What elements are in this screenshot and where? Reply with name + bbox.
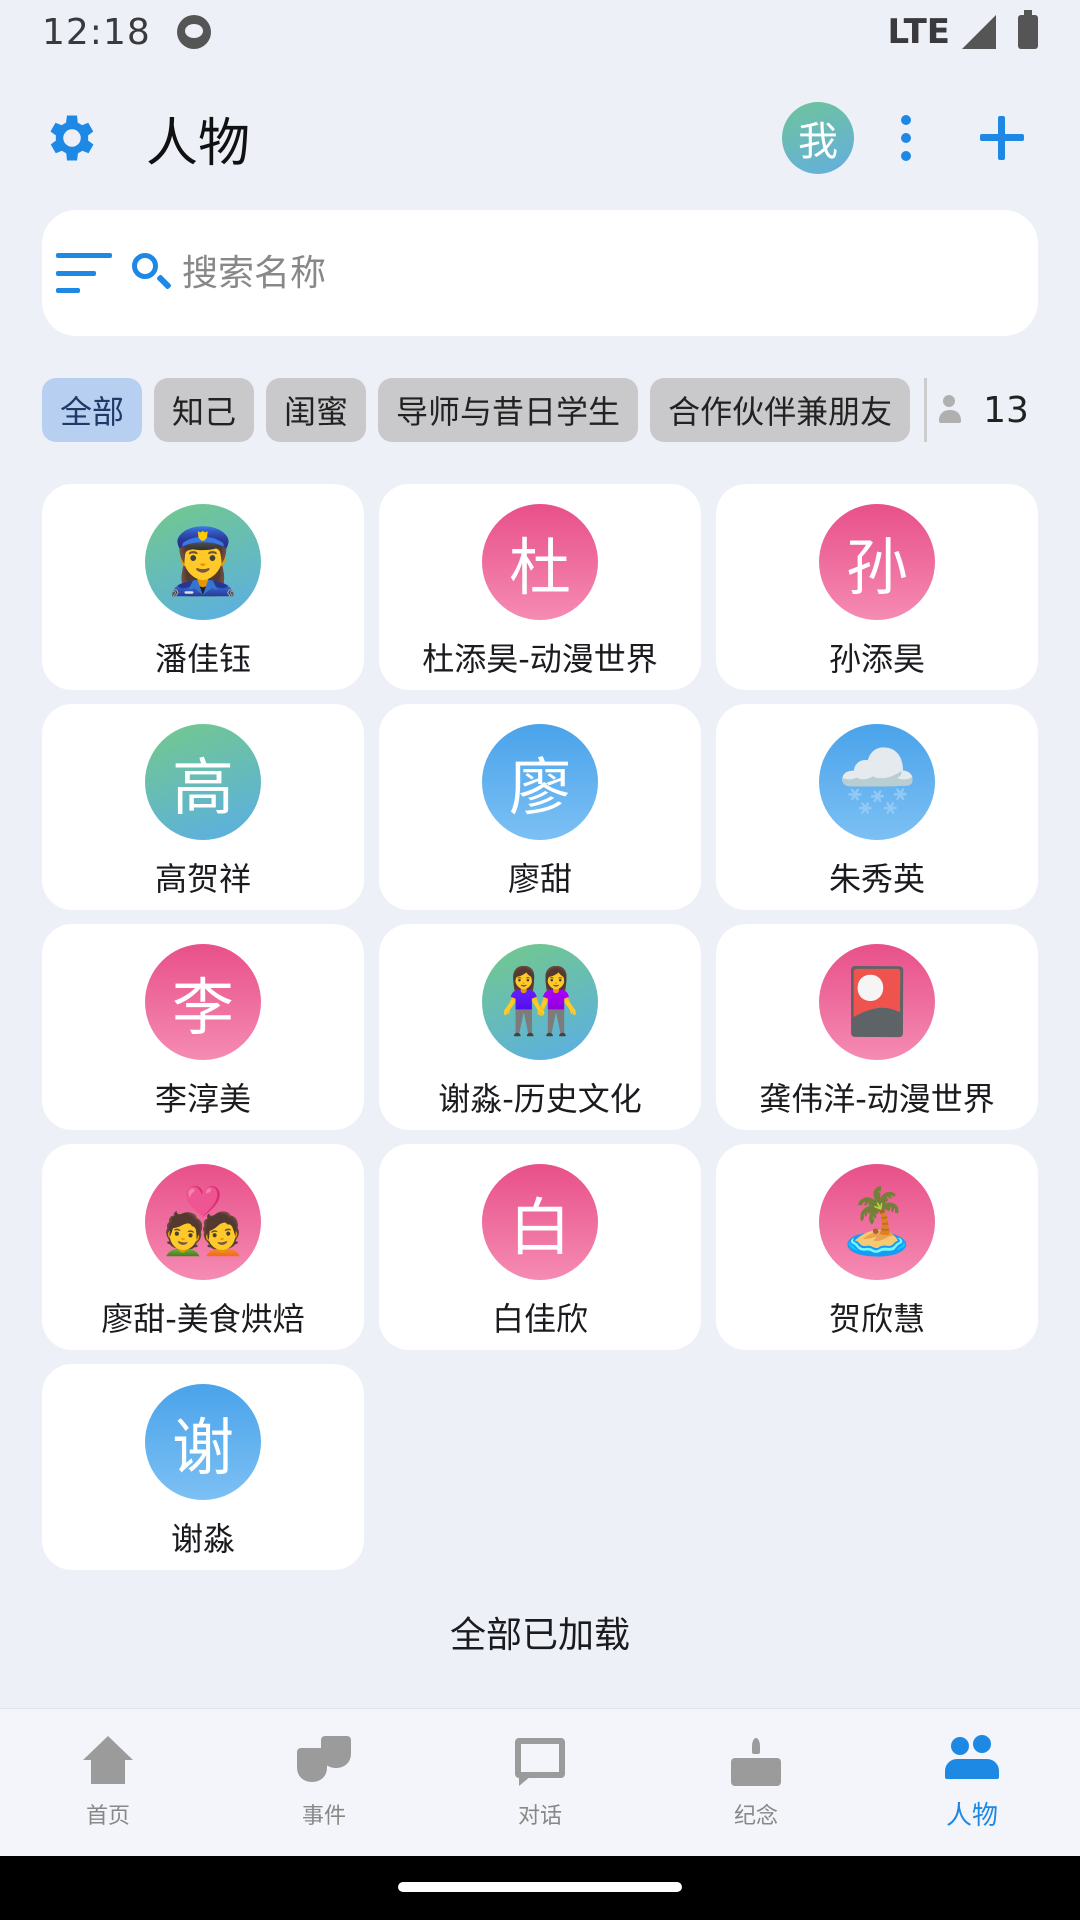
home-icon xyxy=(81,1735,135,1788)
chip-divider xyxy=(924,378,928,442)
person-avatar: 💑 xyxy=(145,1164,261,1280)
group-filter-chips: 全部 知己 闺蜜 导师与昔日学生 合作伙伴兼朋友 13 xyxy=(42,378,1038,442)
status-time: 12:18 xyxy=(42,11,151,53)
person-avatar: 廖 xyxy=(482,724,598,840)
person-card[interactable]: 高高贺祥 xyxy=(42,704,364,910)
person-card[interactable]: 白白佳欣 xyxy=(379,1144,701,1350)
nav-label: 首页 xyxy=(85,1803,130,1829)
battery-icon xyxy=(1018,10,1038,49)
person-card[interactable]: 💑 廖甜-美食烘焙 xyxy=(42,1144,364,1350)
notification-cat-icon xyxy=(176,15,211,49)
person-count: 13 xyxy=(939,390,1029,431)
person-name: 潘佳钰 xyxy=(154,640,251,678)
my-profile-avatar[interactable]: 我 xyxy=(782,102,854,174)
add-person-icon[interactable] xyxy=(966,102,1038,174)
person-card[interactable]: 谢谢淼 xyxy=(42,1364,364,1570)
nav-label: 人物 xyxy=(945,1801,998,1831)
bottom-navigation: 首页 事件 对话 纪念 人物 xyxy=(0,1708,1080,1856)
chip-confidant[interactable]: 知己 xyxy=(154,378,255,442)
more-options-icon[interactable] xyxy=(876,102,936,174)
person-avatar: 🏝️ xyxy=(819,1164,935,1280)
nav-chats[interactable]: 对话 xyxy=(432,1709,648,1856)
person-avatar: 孙 xyxy=(819,504,935,620)
person-name: 孙添昊 xyxy=(828,640,925,678)
chat-icon xyxy=(513,1736,567,1788)
person-name: 杜添昊-动漫世界 xyxy=(422,640,658,678)
people-grid: 👮‍♀️ 潘佳钰 杜杜添昊-动漫世界 孙孙添昊 高高贺祥 廖廖甜 🌨️ 朱秀英 李李… xyxy=(42,484,1038,1570)
nav-people[interactable]: 人物 xyxy=(864,1709,1080,1856)
person-avatar: 👭 xyxy=(482,944,598,1060)
person-name: 龚伟洋-动漫世界 xyxy=(759,1080,995,1118)
person-avatar: 白 xyxy=(482,1164,598,1280)
nav-events[interactable]: 事件 xyxy=(216,1709,432,1856)
home-gesture-handle[interactable] xyxy=(398,1882,682,1892)
person-name: 谢淼-历史文化 xyxy=(438,1080,642,1118)
app-bar: 人物 我 xyxy=(0,88,1080,188)
person-name: 李淳美 xyxy=(154,1080,251,1118)
signal-icon xyxy=(962,15,996,49)
nav-label: 事件 xyxy=(301,1803,346,1829)
page-title: 人物 xyxy=(146,113,251,174)
person-card[interactable]: 🎴 龚伟洋-动漫世界 xyxy=(716,924,1038,1130)
chip-all[interactable]: 全部 xyxy=(42,378,143,442)
sort-filter-icon[interactable] xyxy=(56,253,116,293)
person-card[interactable]: 孙孙添昊 xyxy=(716,484,1038,690)
search-input[interactable] xyxy=(182,252,882,294)
person-avatar: 🎴 xyxy=(819,944,935,1060)
nav-label: 纪念 xyxy=(733,1803,778,1829)
nav-label: 对话 xyxy=(517,1803,562,1829)
cake-icon xyxy=(729,1736,783,1788)
person-card[interactable]: 李李淳美 xyxy=(42,924,364,1130)
person-avatar: 李 xyxy=(145,944,261,1060)
person-count-value: 13 xyxy=(983,389,1029,431)
person-card[interactable]: 👭 谢淼-历史文化 xyxy=(379,924,701,1130)
status-bar: 12:18 LTE xyxy=(0,0,1080,64)
person-card[interactable]: 👮‍♀️ 潘佳钰 xyxy=(42,484,364,690)
people-count-icon xyxy=(939,395,979,425)
person-avatar: 👮‍♀️ xyxy=(145,504,261,620)
event-masks-icon xyxy=(297,1735,351,1788)
person-name: 谢淼 xyxy=(170,1520,235,1558)
person-card[interactable]: 🌨️ 朱秀英 xyxy=(716,704,1038,910)
chip-best-friend[interactable]: 闺蜜 xyxy=(266,378,367,442)
person-name: 廖甜-美食烘焙 xyxy=(101,1300,305,1338)
person-avatar: 高 xyxy=(145,724,261,840)
chip-partner[interactable]: 合作伙伴兼朋友 xyxy=(650,378,911,442)
person-card[interactable]: 杜杜添昊-动漫世界 xyxy=(379,484,701,690)
network-type: LTE xyxy=(887,12,950,52)
person-name: 廖甜 xyxy=(507,860,572,898)
nav-anniversaries[interactable]: 纪念 xyxy=(648,1709,864,1856)
settings-gear-icon[interactable] xyxy=(42,108,102,168)
person-avatar: 🌨️ xyxy=(819,724,935,840)
status-right: LTE xyxy=(887,10,1038,52)
search-icon xyxy=(128,249,176,297)
person-card[interactable]: 廖廖甜 xyxy=(379,704,701,910)
person-card[interactable]: 🏝️ 贺欣慧 xyxy=(716,1144,1038,1350)
person-avatar: 杜 xyxy=(482,504,598,620)
person-avatar: 谢 xyxy=(145,1384,261,1500)
nav-home[interactable]: 首页 xyxy=(0,1709,216,1856)
person-name: 贺欣慧 xyxy=(828,1300,925,1338)
person-name: 高贺祥 xyxy=(154,860,251,898)
person-name: 白佳欣 xyxy=(491,1300,588,1338)
person-name: 朱秀英 xyxy=(828,860,925,898)
search-bar xyxy=(42,210,1038,336)
all-loaded-text: 全部已加载 xyxy=(449,1615,630,1656)
people-icon xyxy=(945,1733,999,1785)
system-navigation-bar xyxy=(0,1856,1080,1920)
chip-mentor[interactable]: 导师与昔日学生 xyxy=(378,378,639,442)
